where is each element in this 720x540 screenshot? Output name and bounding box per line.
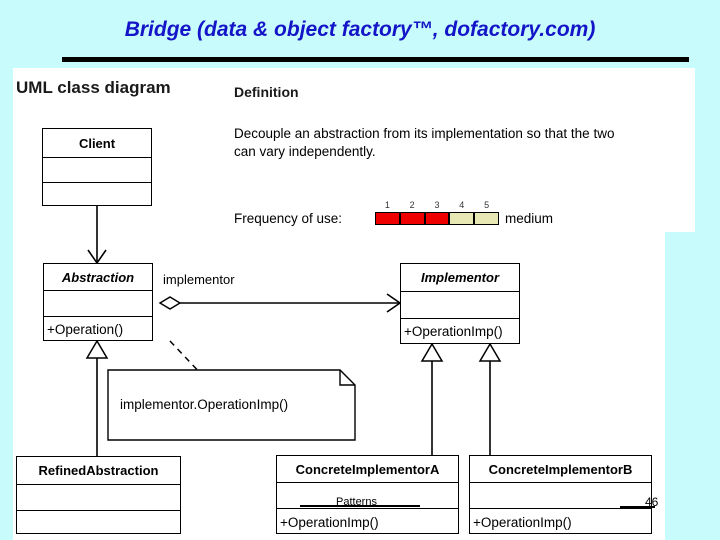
class-attributes-implementor <box>401 291 519 318</box>
frequency-label: Frequency of use: <box>234 211 343 226</box>
class-name-abstraction: Abstraction <box>61 269 135 285</box>
class-box-concrete-implementor-b[interactable]: ConcreteImplementorB +OperationImp() <box>469 455 652 534</box>
frequency-scale-3: 3 <box>434 200 440 210</box>
frequency-cell-5 <box>474 212 499 225</box>
class-box-abstraction[interactable]: Abstraction +Operation() <box>43 263 153 341</box>
class-attributes-refined-abstraction <box>17 484 180 510</box>
class-name-refined-abstraction: RefinedAbstraction <box>38 463 159 478</box>
class-name-implementor: Implementor <box>420 270 499 285</box>
frequency-cell-1 <box>375 212 400 225</box>
class-attributes-client <box>43 157 151 182</box>
frequency-scale-2: 2 <box>409 200 415 210</box>
definition-line-1: Decouple an abstraction from its impleme… <box>234 126 615 141</box>
definition-heading: Definition <box>234 84 299 100</box>
class-box-implementor[interactable]: Implementor +OperationImp() <box>400 263 520 344</box>
class-attributes-abstraction <box>44 290 152 316</box>
frequency-cell-4 <box>449 212 475 225</box>
class-operations-refined-abstraction <box>17 510 180 535</box>
class-attributes-concrete-implementor-b <box>470 482 651 508</box>
class-operations-concrete-implementor-b: +OperationImp() <box>473 514 572 530</box>
class-operations-client <box>43 182 151 207</box>
class-operations-abstraction: +Operation() <box>47 322 124 337</box>
note-implementor-call: implementor.OperationImp() <box>120 397 289 412</box>
page-title: Bridge (data & object factory™, dofactor… <box>124 18 596 41</box>
definition-line-2: can vary independently. <box>234 144 376 159</box>
class-name-concrete-implementor-a: ConcreteImplementorA <box>295 461 440 477</box>
class-operations-implementor: +OperationImp() <box>404 324 503 339</box>
slide-canvas: Bridge (data & object factory™, dofactor… <box>0 0 720 540</box>
class-operations-concrete-implementor-a: +OperationImp() <box>280 514 379 530</box>
class-name-client: Client <box>78 135 116 151</box>
class-box-client[interactable]: Client <box>42 128 152 206</box>
page-number: 46 <box>645 495 659 509</box>
class-box-refined-abstraction[interactable]: RefinedAbstraction <box>16 456 181 534</box>
class-box-concrete-implementor-a[interactable]: ConcreteImplementorA +OperationImp() <box>276 455 459 534</box>
footer-label: Patterns <box>336 496 377 508</box>
uml-class-diagram-heading: UML class diagram <box>16 78 171 97</box>
frequency-cell-3 <box>424 212 450 225</box>
frequency-scale-4: 4 <box>459 200 465 210</box>
association-role-label: implementor <box>163 272 235 287</box>
frequency-cell-2 <box>399 212 425 225</box>
frequency-scale-1: 1 <box>384 200 390 210</box>
class-name-concrete-implementor-b: ConcreteImplementorB <box>488 461 633 477</box>
frequency-rating: medium <box>505 211 554 226</box>
frequency-scale-5: 5 <box>484 200 490 210</box>
title-divider <box>62 57 689 62</box>
frequency-meter: 1 2 3 4 5 <box>375 200 499 226</box>
